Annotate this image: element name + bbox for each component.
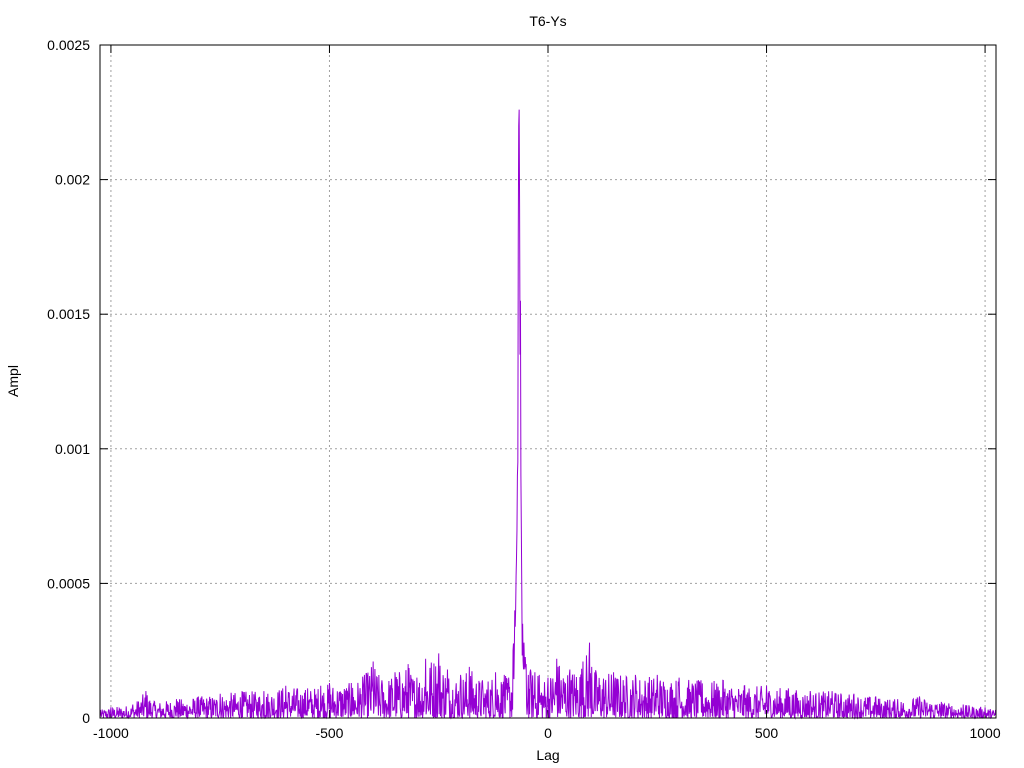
x-tick-label: 0 (544, 725, 552, 741)
x-tick-label: -1000 (93, 725, 129, 741)
y-tick-label: 0.0015 (47, 306, 90, 322)
x-axis-label: Lag (536, 747, 559, 763)
y-tick-label: 0.0025 (47, 37, 90, 53)
x-tick-label: 500 (755, 725, 779, 741)
chart: -1000 -500 0 500 1000 0 0.0005 0.001 0.0015 0.002… (5, 13, 1001, 763)
y-tick-label: 0.001 (55, 441, 90, 457)
y-tick-label: 0.0005 (47, 575, 90, 591)
grid (100, 45, 996, 718)
chart-title: T6-Ys (529, 13, 566, 29)
x-tick-label: -500 (315, 725, 343, 741)
y-axis-label: Ampl (5, 365, 21, 397)
y-tick-label: 0.002 (55, 172, 90, 188)
x-tick-label: 1000 (969, 725, 1000, 741)
y-tick-label: 0 (82, 710, 90, 726)
tick-labels: -1000 -500 0 500 1000 0 0.0005 0.001 0.0015 0.002… (47, 37, 1001, 741)
